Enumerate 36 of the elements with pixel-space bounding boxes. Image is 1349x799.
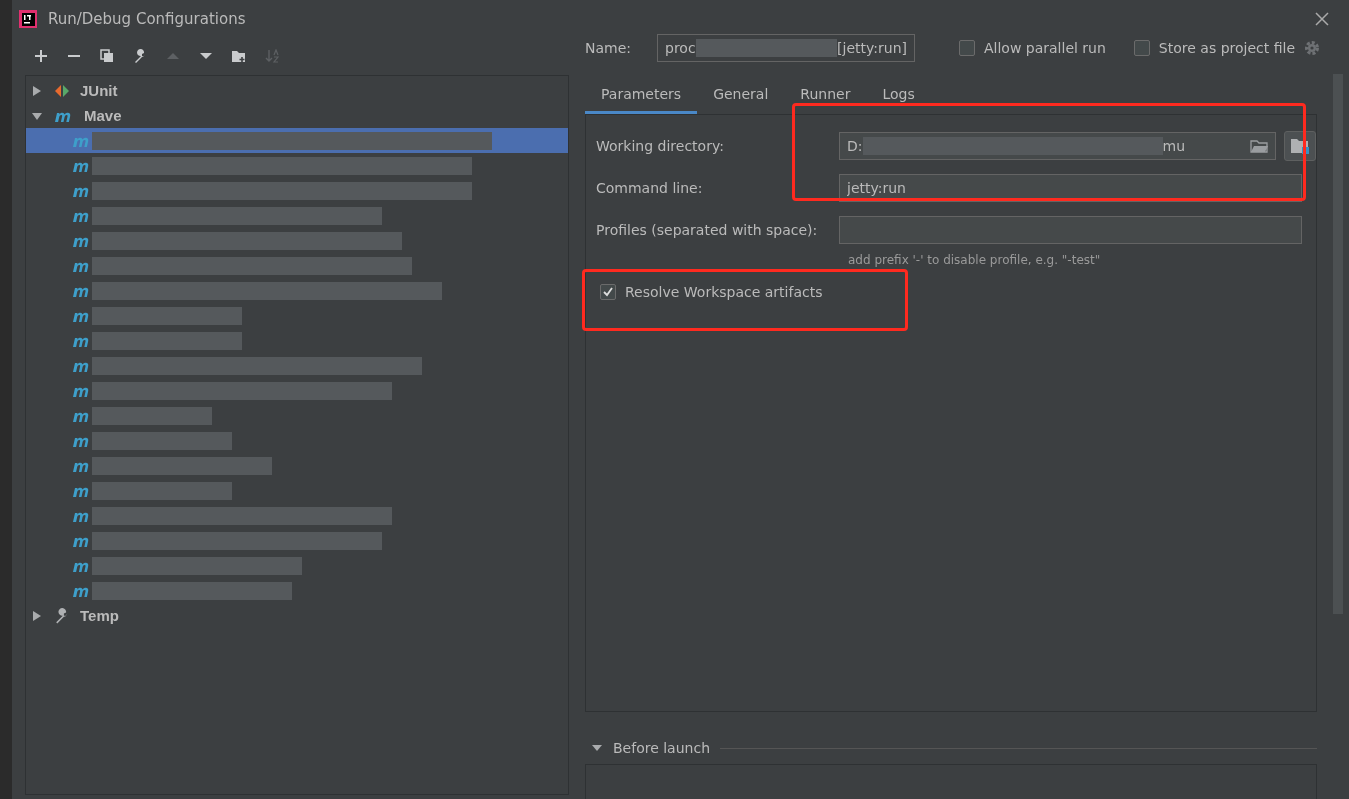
profiles-field[interactable]: [839, 216, 1302, 244]
tree-item[interactable]: [26, 128, 568, 153]
tab[interactable]: Runner: [784, 86, 867, 114]
expand-arrow-icon[interactable]: [32, 85, 42, 96]
expand-arrow-icon[interactable]: [32, 610, 42, 621]
close-icon[interactable]: [1315, 11, 1329, 26]
add-icon[interactable]: [34, 49, 48, 63]
tab[interactable]: Logs: [866, 86, 931, 114]
junit-icon: [54, 83, 70, 98]
checkbox-label: Resolve Workspace artifacts: [625, 284, 823, 300]
copy-icon[interactable]: [100, 49, 114, 63]
checkbox-label: Allow parallel run: [984, 40, 1106, 56]
field-label: Working directory:: [596, 138, 725, 154]
folder-icon[interactable]: [1250, 139, 1268, 153]
hint-text: add prefix '-' to disable profile, e.g. "-test": [848, 253, 1101, 267]
working-directory-field[interactable]: D: mu: [839, 132, 1276, 160]
tab[interactable]: General: [697, 86, 785, 114]
name-field[interactable]: proc [jetty:run]: [657, 34, 915, 62]
tree-item[interactable]: Temp: [80, 607, 119, 624]
field-label: Command line:: [596, 180, 704, 196]
browse-button[interactable]: [1284, 131, 1316, 161]
name-label: Name:: [585, 40, 633, 56]
settings-icon[interactable]: [1303, 39, 1321, 57]
folder-add-icon[interactable]: [232, 49, 246, 63]
tab[interactable]: Parameters: [585, 86, 698, 114]
app-logo-icon: [18, 8, 38, 29]
collapse-arrow-icon[interactable]: [32, 110, 42, 121]
tree-item[interactable]: Mave: [84, 107, 122, 124]
checkbox-label: Store as project file: [1158, 40, 1295, 56]
section-title: Before launch: [613, 740, 710, 756]
tree-item[interactable]: JUnit: [80, 82, 118, 99]
checkbox[interactable]: [959, 40, 975, 56]
field-label: Profiles (separated with space):: [596, 222, 819, 238]
checkbox[interactable]: [600, 284, 616, 300]
window-title: Run/Debug Configurations: [48, 9, 247, 28]
checkbox[interactable]: [1133, 40, 1150, 56]
